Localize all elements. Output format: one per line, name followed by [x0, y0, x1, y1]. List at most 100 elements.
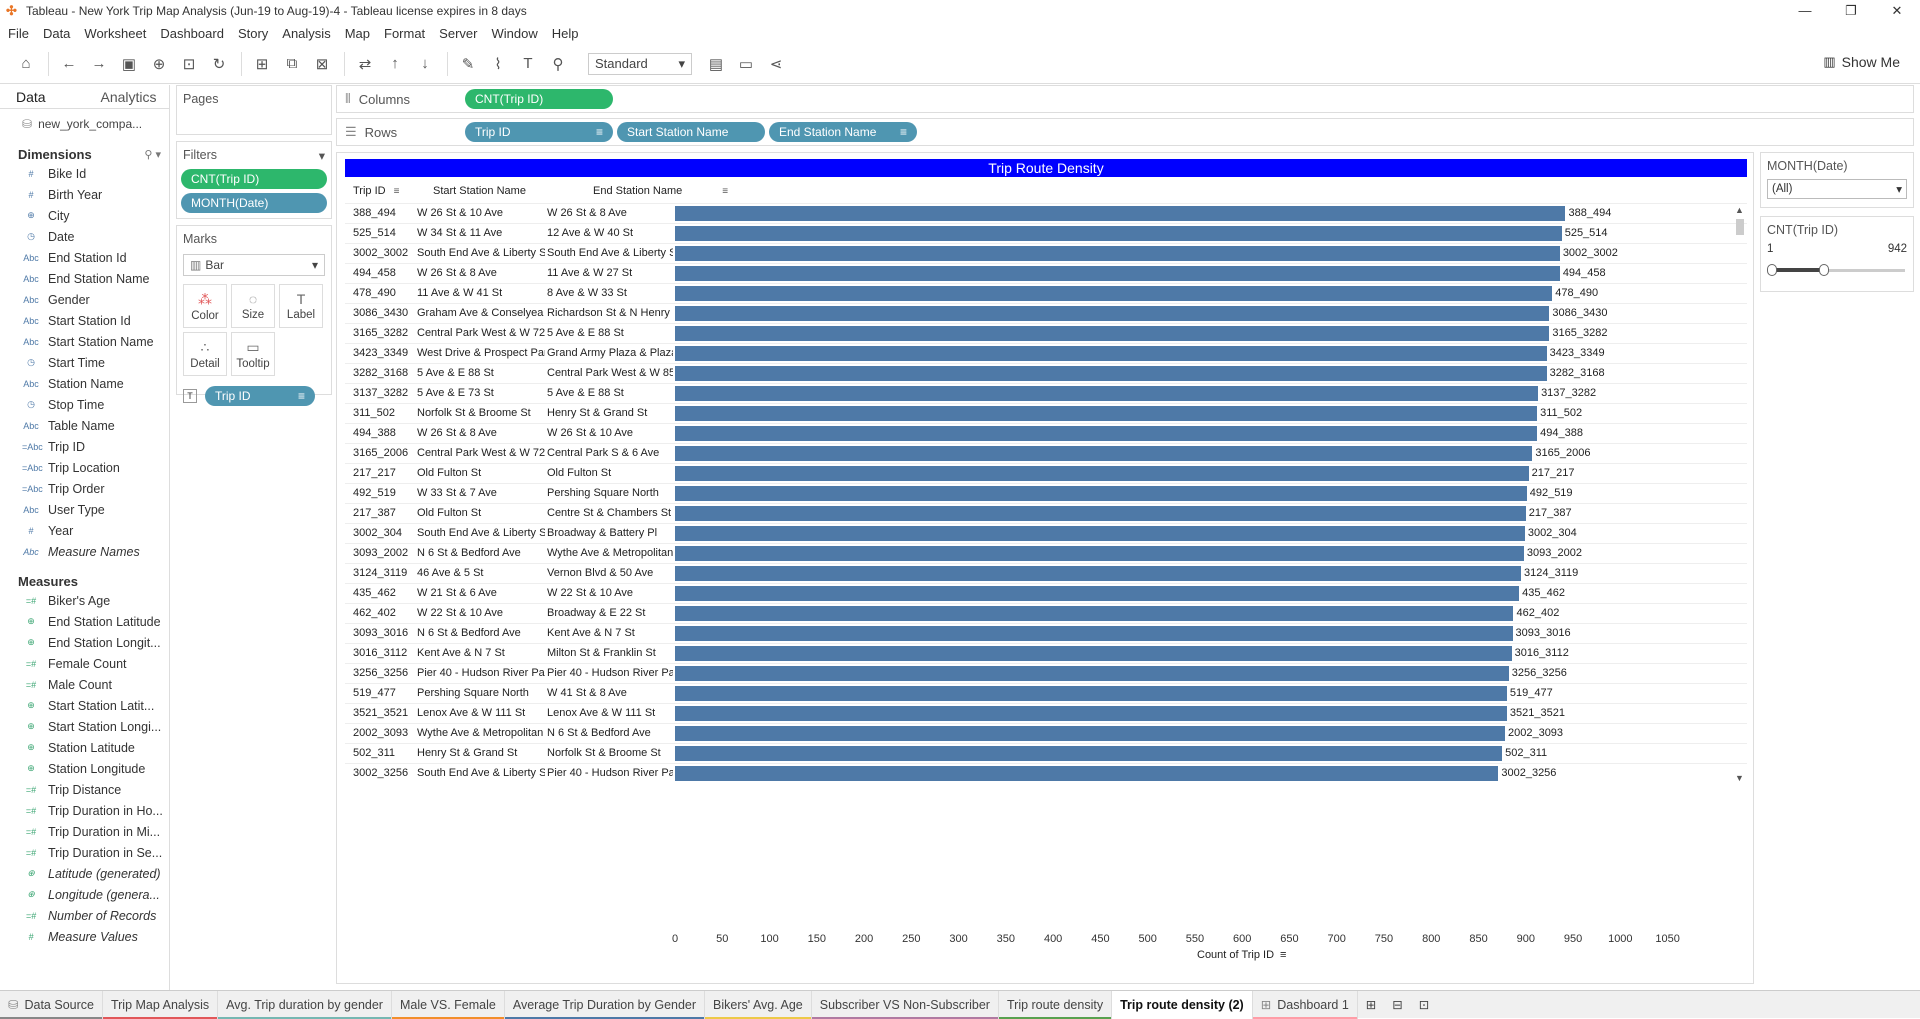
table-row[interactable]: 435_462 W 21 St & 6 Ave W 22 St & 10 Ave 43… — [345, 583, 1747, 603]
range-slider[interactable] — [1767, 263, 1905, 277]
sort-ascending-icon[interactable]: ↑ — [381, 50, 409, 78]
tab-data[interactable]: Data — [0, 85, 85, 108]
pages-card[interactable]: Pages — [176, 85, 332, 135]
measures-field[interactable]: =# Trip Duration in Se... — [0, 842, 169, 863]
dimensions-field[interactable]: Abc Station Name — [0, 373, 169, 394]
table-row[interactable]: 3093_2002 N 6 St & Bedford Ave Wythe Ave &… — [345, 543, 1747, 563]
table-row[interactable]: 3137_3282 5 Ave & E 73 St 5 Ave & E 88 St 3… — [345, 383, 1747, 403]
new-story-icon[interactable]: ⊡ — [1411, 991, 1437, 1019]
slider-handle-min[interactable] — [1767, 264, 1777, 276]
table-row[interactable]: 3165_2006 Central Park West & W 72 St Cent… — [345, 443, 1747, 463]
new-data-source-icon[interactable]: ⊕ — [145, 50, 173, 78]
vertical-scrollbar[interactable]: ▲ ▼ — [1733, 203, 1747, 783]
sheet-tab[interactable]: Trip route density (2) — [1112, 990, 1253, 1019]
table-row[interactable]: 3521_3521 Lenox Ave & W 111 St Lenox Ave &… — [345, 703, 1747, 723]
sort-descending-icon[interactable]: ↓ — [411, 50, 439, 78]
measures-field[interactable]: ⊕ Station Latitude — [0, 737, 169, 758]
measures-field[interactable]: ⊕ Station Longitude — [0, 758, 169, 779]
refresh-icon[interactable]: ↻ — [205, 50, 233, 78]
table-row[interactable]: 492_519 W 33 St & 7 Ave Pershing Square No… — [345, 483, 1747, 503]
bar-mark[interactable] — [675, 686, 1507, 701]
bar-mark[interactable] — [675, 326, 1550, 341]
measures-field[interactable]: =# Trip Distance — [0, 779, 169, 800]
table-row[interactable]: 3423_3349 West Drive & Prospect Park ...G… — [345, 343, 1747, 363]
table-row[interactable]: 502_311 Henry St & Grand St Norfolk St & B… — [345, 743, 1747, 763]
search-icon[interactable]: ⚲ ▾ — [144, 148, 161, 161]
filters-card[interactable]: Filters ▾ CNT(Trip ID) MONTH(Date) — [176, 141, 332, 219]
group-icon[interactable]: ⌇ — [484, 50, 512, 78]
clear-sheet-icon[interactable]: ⊠ — [308, 50, 336, 78]
menu-data[interactable]: Data — [43, 26, 70, 41]
bar-mark[interactable] — [675, 726, 1505, 741]
dimensions-field[interactable]: =Abc Trip Order — [0, 478, 169, 499]
menu-analysis[interactable]: Analysis — [282, 26, 330, 41]
rows-pill-trip-id[interactable]: Trip ID ≡ — [465, 122, 613, 142]
fit-select[interactable]: Standard ▾ — [588, 52, 692, 75]
tab-analytics[interactable]: Analytics — [85, 85, 170, 108]
dimensions-field[interactable]: # Year — [0, 520, 169, 541]
swap-rows-columns-icon[interactable]: ⇄ — [351, 50, 379, 78]
measures-field[interactable]: ⊕ End Station Longit... — [0, 632, 169, 653]
header-trip-id[interactable]: Trip ID ≡ — [353, 185, 399, 197]
dimensions-field[interactable]: # Birth Year — [0, 184, 169, 205]
measures-field[interactable]: ⊕ Latitude (generated) — [0, 863, 169, 884]
close-icon[interactable]: ✕ — [1874, 0, 1920, 22]
duplicate-sheet-icon[interactable]: ⧉ — [278, 50, 306, 78]
menu-file[interactable]: File — [8, 26, 29, 41]
share-icon[interactable]: ⋖ — [762, 50, 790, 78]
table-row[interactable]: 3282_3168 5 Ave & E 88 St Central Park Wes… — [345, 363, 1747, 383]
data-source-item[interactable]: ⛁ new_york_compa... — [0, 109, 169, 139]
menu-help[interactable]: Help — [552, 26, 579, 41]
save-icon[interactable]: ▣ — [115, 50, 143, 78]
dimensions-field[interactable]: =Abc Trip ID — [0, 436, 169, 457]
measures-field[interactable]: ⊕ Start Station Longi... — [0, 716, 169, 737]
undo-icon[interactable]: ← — [55, 50, 83, 78]
table-row[interactable]: 478_490 11 Ave & W 41 St 8 Ave & W 33 St 47… — [345, 283, 1747, 303]
bar-mark[interactable] — [675, 386, 1539, 401]
menu-server[interactable]: Server — [439, 26, 477, 41]
bar-mark[interactable] — [675, 766, 1499, 781]
restore-icon[interactable]: ❐ — [1828, 0, 1874, 22]
bar-mark[interactable] — [675, 346, 1547, 361]
bar-mark[interactable] — [675, 246, 1560, 261]
table-row[interactable]: 217_217 Old Fulton St Old Fulton St 217_217 — [345, 463, 1747, 483]
tooltip-button[interactable]: ▭ Tooltip — [231, 332, 275, 376]
bar-mark[interactable] — [675, 746, 1503, 761]
sheet-tab[interactable]: Trip Map Analysis — [102, 990, 219, 1019]
minimize-icon[interactable]: — — [1782, 0, 1828, 22]
bar-mark[interactable] — [675, 206, 1566, 221]
measures-field[interactable]: ⊕ Start Station Latit... — [0, 695, 169, 716]
table-row[interactable]: 3002_3256 South End Ave & Liberty St Pier … — [345, 763, 1747, 783]
table-row[interactable]: 3165_3282 Central Park West & W 72 St 5 Av… — [345, 323, 1747, 343]
sheet-tab[interactable]: Average Trip Duration by Gender — [504, 990, 706, 1019]
detail-button[interactable]: ∴ Detail — [183, 332, 227, 376]
bar-mark[interactable] — [675, 426, 1538, 441]
show-labels-icon[interactable]: T — [514, 50, 542, 78]
show-cards-icon[interactable]: ▤ — [702, 50, 730, 78]
bar-mark[interactable] — [675, 606, 1514, 621]
dimensions-field[interactable]: ◷ Date — [0, 226, 169, 247]
bar-mark[interactable] — [675, 546, 1524, 561]
menu-map[interactable]: Map — [345, 26, 370, 41]
table-row[interactable]: 388_494 W 26 St & 10 Ave W 26 St & 8 Ave 38… — [345, 203, 1747, 223]
bar-mark[interactable] — [675, 566, 1522, 581]
color-button[interactable]: ⁂ Color — [183, 284, 227, 328]
bar-mark[interactable] — [675, 446, 1533, 461]
bar-mark[interactable] — [675, 526, 1525, 541]
new-worksheet-icon[interactable]: ⊞ — [248, 50, 276, 78]
table-row[interactable]: 311_502 Norfolk St & Broome St Henry St & … — [345, 403, 1747, 423]
dimensions-field[interactable]: Abc Measure Names — [0, 541, 169, 562]
dimensions-field[interactable]: ⊕ City — [0, 205, 169, 226]
bar-mark[interactable] — [675, 666, 1509, 681]
size-button[interactable]: ◌ Size — [231, 284, 275, 328]
table-row[interactable]: 3124_3119 46 Ave & 5 St Vernon Blvd & 50 A… — [345, 563, 1747, 583]
new-dashboard-icon[interactable]: ⊟ — [1384, 991, 1410, 1019]
highlight-icon[interactable]: ✎ — [454, 50, 482, 78]
table-row[interactable]: 494_388 W 26 St & 8 Ave W 26 St & 10 Ave 49… — [345, 423, 1747, 443]
menu-worksheet[interactable]: Worksheet — [84, 26, 146, 41]
sheet-tab[interactable]: Male VS. Female — [391, 990, 505, 1019]
table-row[interactable]: 217_387 Old Fulton St Centre St & Chambers… — [345, 503, 1747, 523]
label-button[interactable]: T Label — [279, 284, 323, 328]
dimensions-field[interactable]: Abc Start Station Id — [0, 310, 169, 331]
data-source-tab[interactable]: ⛁ Data Source — [0, 990, 103, 1019]
